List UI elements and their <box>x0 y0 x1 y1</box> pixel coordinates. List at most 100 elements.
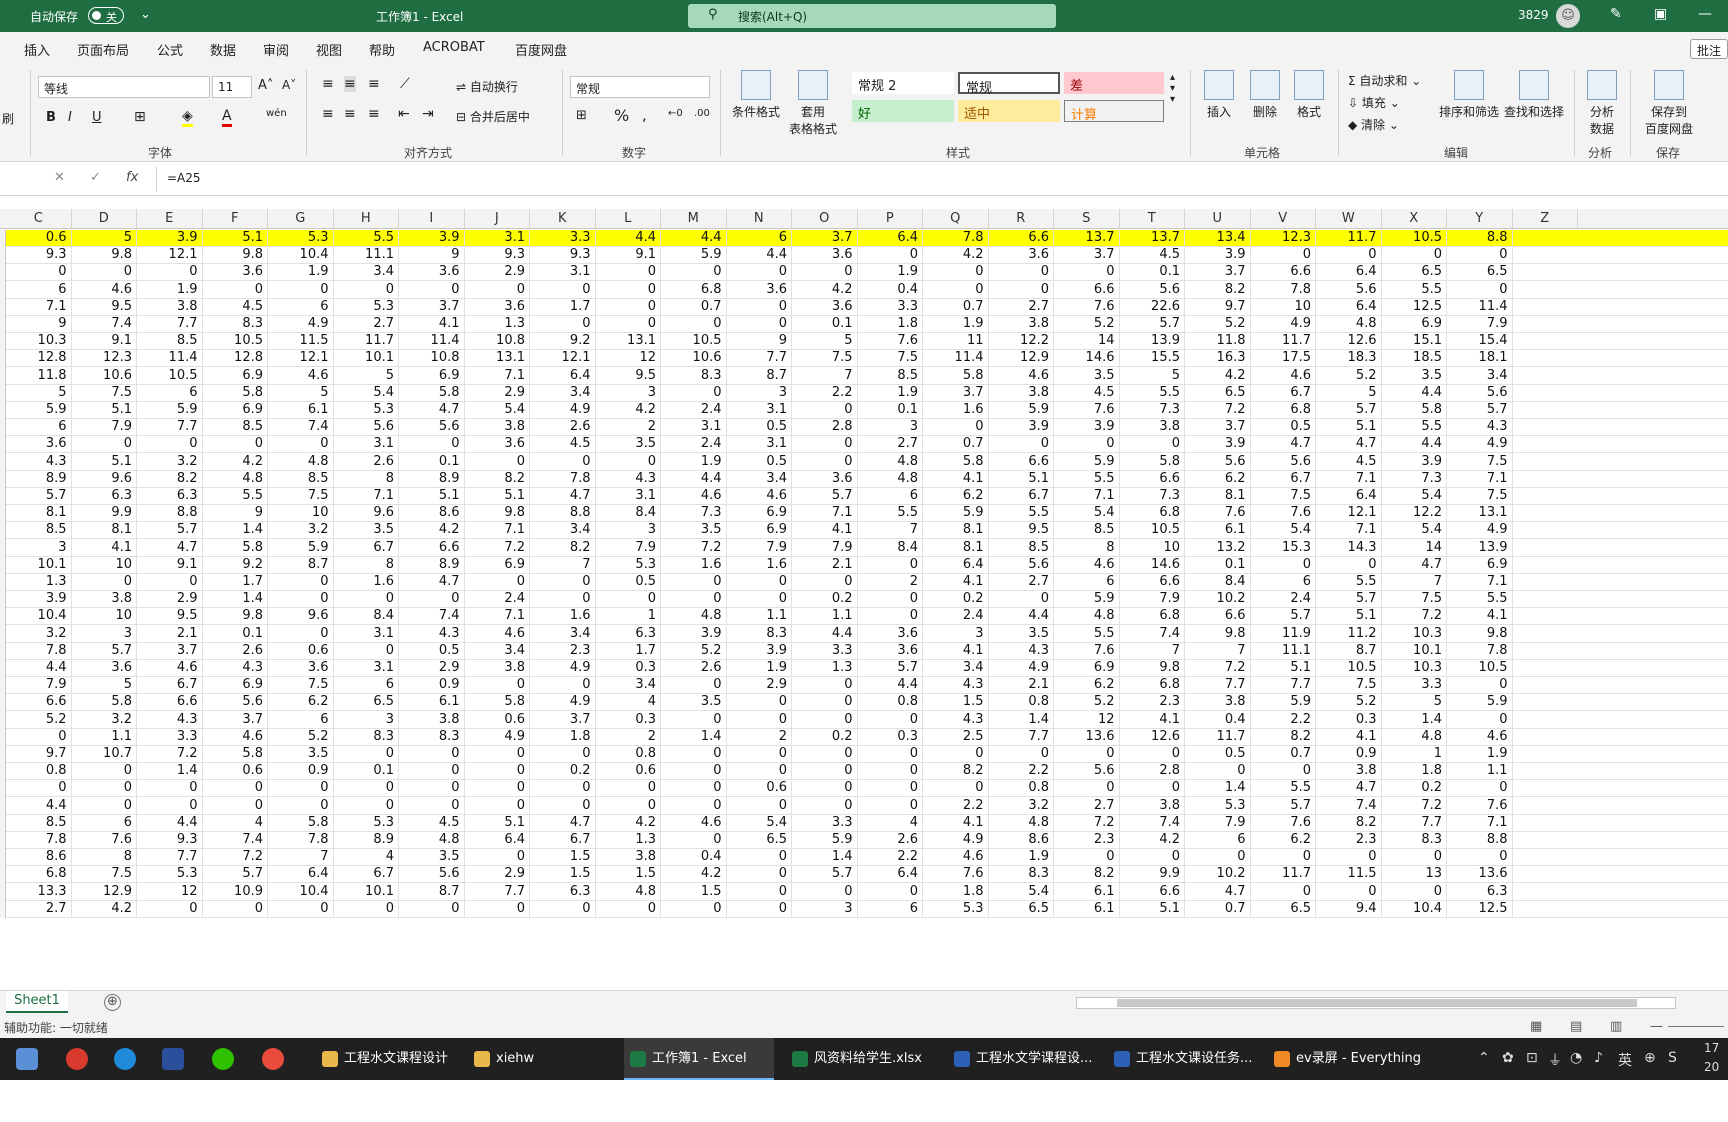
conditional-format-button[interactable]: 条件格式 <box>728 70 784 120</box>
tab-review[interactable]: 审阅 <box>263 40 289 59</box>
table-cell[interactable]: 8.2 <box>530 537 596 557</box>
table-cell[interactable]: 0 <box>6 726 72 746</box>
table-cell[interactable]: 0 <box>858 245 923 265</box>
table-cell[interactable]: 5.1 <box>1316 417 1382 437</box>
table-cell[interactable]: 5.1 <box>1251 658 1316 677</box>
table-cell[interactable]: 0.9 <box>268 761 334 781</box>
scrollbar-thumb[interactable] <box>1117 999 1637 1007</box>
table-cell[interactable]: 0 <box>1185 761 1251 781</box>
table-cell[interactable]: 8.5 <box>6 812 72 832</box>
table-cell[interactable]: 8.3 <box>334 726 399 746</box>
table-cell[interactable]: 1.8 <box>530 726 596 746</box>
table-cell[interactable]: 4.8 <box>1382 726 1447 746</box>
table-cell[interactable]: 0 <box>727 572 792 591</box>
table-cell[interactable]: 5.4 <box>1251 520 1316 540</box>
table-cell[interactable]: 6.4 <box>530 365 596 385</box>
table-cell[interactable]: 4.6 <box>465 623 530 643</box>
table-cell[interactable]: 4.2 <box>923 245 989 265</box>
table-cell[interactable]: 0 <box>203 279 268 299</box>
table-cell[interactable]: 5.9 <box>268 537 334 557</box>
table-cell[interactable]: 0 <box>596 589 661 609</box>
table-cell[interactable]: 0 <box>1447 279 1513 299</box>
table-cell[interactable]: 9.7 <box>6 744 72 763</box>
column-header[interactable]: V <box>1251 209 1316 229</box>
table-cell[interactable]: 0 <box>1251 761 1316 781</box>
table-cell[interactable]: 4.5 <box>1054 382 1120 402</box>
table-cell[interactable]: 3.8 <box>1120 417 1185 437</box>
table-cell[interactable]: 7 <box>858 520 923 540</box>
decrease-font-icon[interactable]: A˅ <box>282 78 296 92</box>
table-cell[interactable]: 4.6 <box>989 365 1054 385</box>
table-cell[interactable]: 8.1 <box>923 537 989 557</box>
table-cell[interactable]: 0 <box>1447 245 1513 265</box>
table-cell[interactable]: 0 <box>727 898 792 918</box>
table-cell[interactable]: 0 <box>858 709 923 729</box>
table-cell[interactable]: 5.1 <box>399 486 465 505</box>
table-cell[interactable]: 7.1 <box>6 296 72 316</box>
table-cell[interactable]: 2 <box>596 417 661 437</box>
table-cell[interactable]: 11.8 <box>6 365 72 385</box>
table-cell[interactable]: 11.5 <box>1316 864 1382 884</box>
table-cell[interactable]: 3.8 <box>72 589 137 609</box>
table-cell[interactable]: 3.6 <box>465 434 530 454</box>
table-cell[interactable]: 5.5 <box>858 503 923 523</box>
table-cell[interactable]: 5.3 <box>596 554 661 574</box>
table-cell[interactable]: 0 <box>1120 744 1185 763</box>
table-cell[interactable]: 0.7 <box>923 296 989 316</box>
table-cell[interactable]: 0 <box>530 898 596 918</box>
table-cell[interactable]: 0 <box>923 279 989 299</box>
column-header[interactable]: D <box>72 209 137 229</box>
table-cell[interactable]: 1.3 <box>596 830 661 849</box>
table-cell[interactable]: 0 <box>858 761 923 781</box>
table-cell[interactable]: 3.6 <box>203 262 268 282</box>
tray-wifi-icon[interactable]: ◔ <box>1570 1050 1582 1066</box>
taskbar-app[interactable]: 工程水文学课程设... <box>948 1038 1098 1080</box>
table-cell[interactable]: 1.8 <box>858 314 923 333</box>
table-cell[interactable]: 0.6 <box>727 778 792 798</box>
table-cell[interactable]: 11.4 <box>1447 296 1513 316</box>
table-cell[interactable]: 2.6 <box>203 640 268 660</box>
table-cell[interactable]: 2.8 <box>792 417 858 437</box>
table-cell[interactable]: 0 <box>399 589 465 609</box>
table-cell[interactable]: 7.7 <box>137 314 203 333</box>
table-cell[interactable]: 5.9 <box>1251 692 1316 712</box>
table-cell[interactable]: 7.8 <box>6 640 72 660</box>
table-cell[interactable]: 4 <box>596 692 661 712</box>
table-cell[interactable]: 12.9 <box>989 348 1054 368</box>
table-cell[interactable]: 2.2 <box>1251 709 1316 729</box>
table-cell[interactable]: 3.2 <box>268 520 334 540</box>
table-cell[interactable]: 4.4 <box>792 623 858 643</box>
table-cell[interactable]: 2.6 <box>661 658 727 677</box>
table-cell[interactable]: 0 <box>334 898 399 918</box>
phonetic-icon[interactable]: wén <box>266 108 287 119</box>
table-cell[interactable]: 6.1 <box>1054 881 1120 901</box>
table-cell[interactable]: 7.4 <box>72 314 137 333</box>
table-cell[interactable]: 0 <box>661 744 727 763</box>
table-cell[interactable]: 7.5 <box>858 348 923 368</box>
column-header[interactable]: W <box>1316 209 1382 229</box>
table-cell[interactable]: 7.4 <box>399 606 465 626</box>
styles-scroll-icon[interactable]: ▴ ▾ ▾ <box>1170 72 1175 105</box>
table-cell[interactable]: 3 <box>596 520 661 540</box>
table-cell[interactable]: 6.7 <box>530 830 596 849</box>
table-cell[interactable]: 3.7 <box>1185 262 1251 282</box>
table-cell[interactable]: 9.8 <box>1185 623 1251 643</box>
column-header[interactable]: T <box>1120 209 1185 229</box>
table-cell[interactable]: 5 <box>72 675 137 695</box>
table-cell[interactable]: 0 <box>858 881 923 901</box>
table-cell[interactable]: 9.5 <box>596 365 661 385</box>
table-cell[interactable]: 0 <box>1316 881 1382 901</box>
bold-icon[interactable]: B <box>46 110 56 125</box>
table-cell[interactable]: 0.7 <box>923 434 989 454</box>
table-cell[interactable]: 0 <box>1120 778 1185 798</box>
table-cell[interactable]: 6 <box>1251 572 1316 591</box>
decrease-decimal-icon[interactable]: .00 <box>694 108 710 119</box>
zoom-out-icon[interactable]: — <box>1650 1019 1663 1034</box>
table-cell[interactable]: 13 <box>1382 864 1447 884</box>
table-cell[interactable]: 0 <box>137 778 203 798</box>
table-cell[interactable]: 0 <box>268 898 334 918</box>
table-cell[interactable]: 6.9 <box>1382 314 1447 333</box>
table-cell[interactable]: 6.6 <box>1054 279 1120 299</box>
table-cell[interactable]: 0.1 <box>792 314 858 333</box>
table-cell[interactable]: 4.5 <box>1316 451 1382 471</box>
